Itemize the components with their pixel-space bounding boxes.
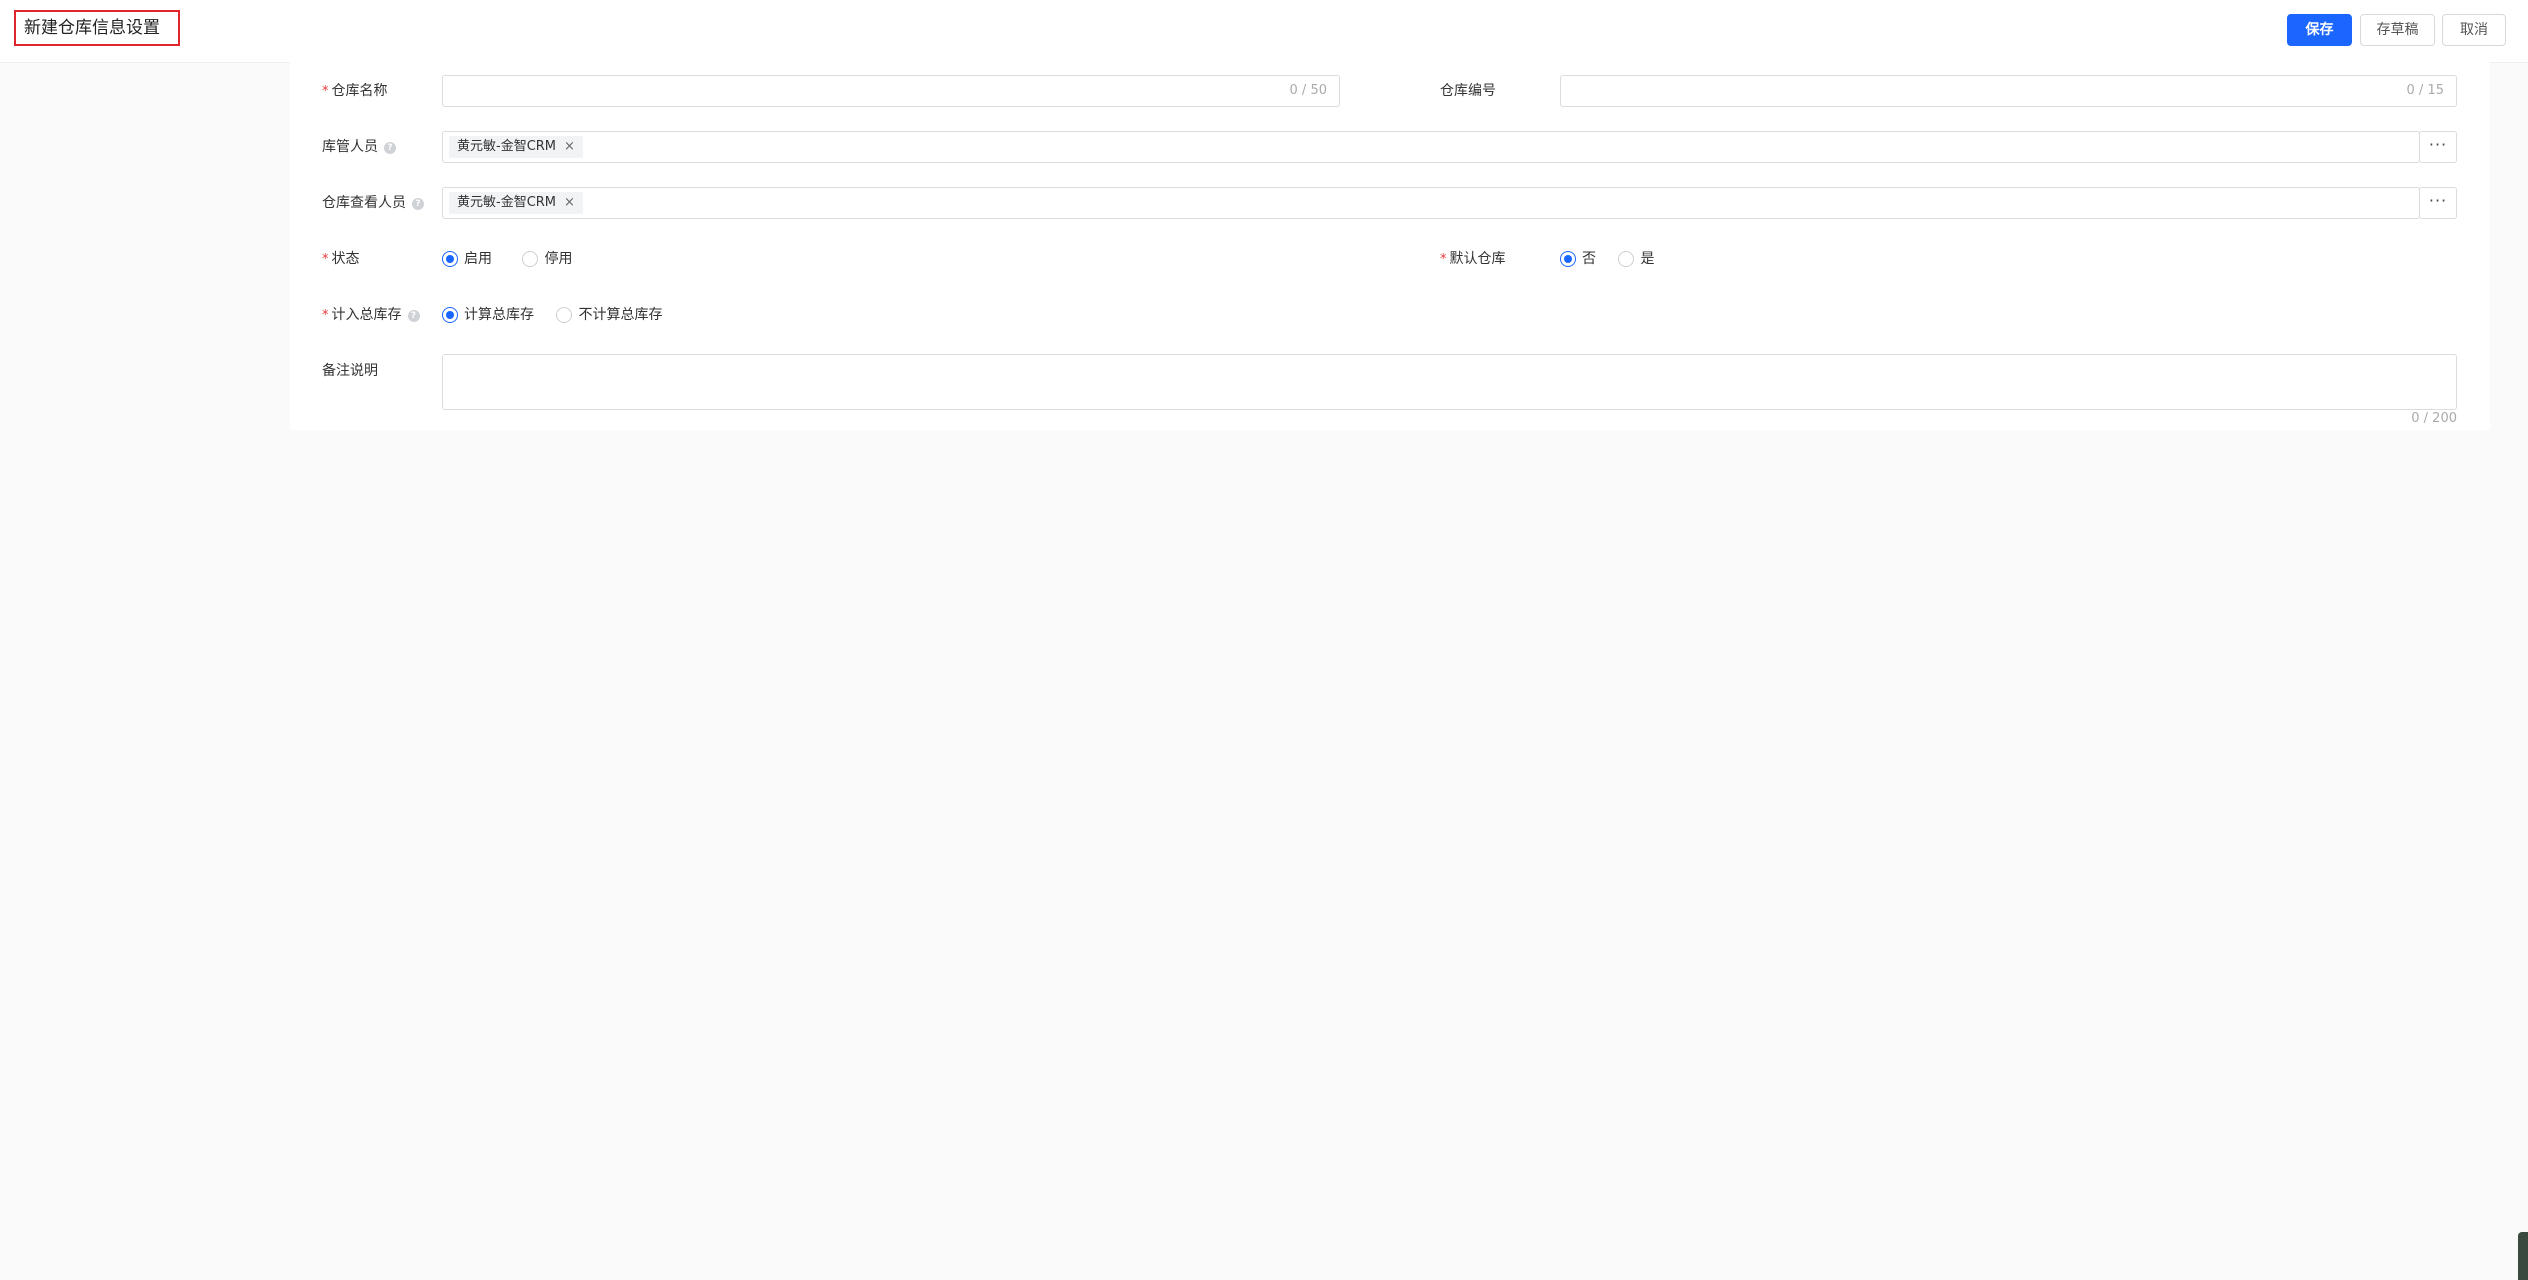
keeper-tag: 黄元敏-金智CRM ×: [449, 136, 583, 158]
status-radio-group: 启用 停用: [442, 249, 598, 269]
page-title: 新建仓库信息设置: [14, 10, 180, 46]
viewer-label: 仓库查看人员?: [322, 193, 424, 213]
radio-checked-icon: [1560, 251, 1576, 267]
asterisk-icon: *: [322, 308, 329, 323]
viewer-tag: 黄元敏-金智CRM ×: [449, 192, 583, 214]
viewer-select[interactable]: 黄元敏-金智CRM ×: [442, 187, 2420, 219]
asterisk-icon: *: [322, 84, 329, 99]
warehouse-code-counter: 0 / 15: [2406, 83, 2444, 98]
warehouse-code-input[interactable]: 0 / 15: [1560, 75, 2457, 107]
remark-label: 备注说明: [322, 363, 378, 379]
warehouse-form: * 仓库名称 0 / 50 仓库编号 0 / 15 库管人员? 黄元敏-金智CRM…: [290, 62, 2490, 430]
include-total-radio-yes[interactable]: 计算总库存: [442, 305, 534, 325]
radio-unchecked-icon: [556, 307, 573, 323]
status-radio-enabled[interactable]: 启用: [442, 249, 492, 269]
status-label: * 状态: [322, 251, 360, 267]
viewer-more-button[interactable]: ···: [2419, 187, 2457, 219]
cancel-button[interactable]: 取消: [2442, 14, 2506, 46]
keeper-more-button[interactable]: ···: [2419, 131, 2457, 163]
question-circle-icon[interactable]: ?: [407, 310, 420, 322]
include-total-radio-group: 计算总库存 不计算总库存: [442, 305, 688, 325]
default-radio-yes[interactable]: 是: [1618, 249, 1654, 269]
radio-unchecked-icon: [522, 251, 539, 267]
save-draft-button[interactable]: 存草稿: [2360, 14, 2435, 46]
warehouse-code-label: 仓库编号: [1440, 83, 1496, 99]
scrollbar-handle[interactable]: [2518, 1232, 2528, 1280]
default-radio-no[interactable]: 否: [1560, 249, 1596, 269]
radio-unchecked-icon: [1618, 251, 1635, 267]
remark-textarea[interactable]: [442, 354, 2457, 410]
keeper-label: 库管人员?: [322, 137, 396, 157]
warehouse-name-counter: 0 / 50: [1289, 83, 1327, 98]
keeper-select[interactable]: 黄元敏-金智CRM ×: [442, 131, 2420, 163]
question-circle-icon[interactable]: ?: [384, 142, 396, 154]
warehouse-name-label: * 仓库名称: [322, 83, 388, 99]
save-button[interactable]: 保存: [2287, 14, 2352, 46]
warehouse-name-input[interactable]: 0 / 50: [442, 75, 1340, 107]
header-bar: 新建仓库信息设置 保存 存草稿 取消: [0, 0, 2528, 63]
ellipsis-icon: ···: [2428, 135, 2448, 154]
radio-checked-icon: [442, 251, 458, 267]
default-warehouse-radio-group: 否 是: [1560, 249, 1680, 269]
asterisk-icon: *: [1440, 252, 1447, 267]
remark-counter: 0 / 200: [2411, 411, 2457, 426]
default-warehouse-label: * 默认仓库: [1440, 251, 1506, 267]
question-circle-icon[interactable]: ?: [412, 198, 424, 210]
radio-checked-icon: [442, 307, 458, 323]
asterisk-icon: *: [322, 252, 329, 267]
include-total-radio-no[interactable]: 不计算总库存: [556, 305, 662, 325]
close-icon[interactable]: ×: [564, 195, 575, 210]
close-icon[interactable]: ×: [564, 139, 575, 154]
ellipsis-icon: ···: [2428, 191, 2448, 210]
status-radio-disabled[interactable]: 停用: [522, 249, 572, 269]
include-total-label: * 计入总库存?: [322, 305, 420, 326]
